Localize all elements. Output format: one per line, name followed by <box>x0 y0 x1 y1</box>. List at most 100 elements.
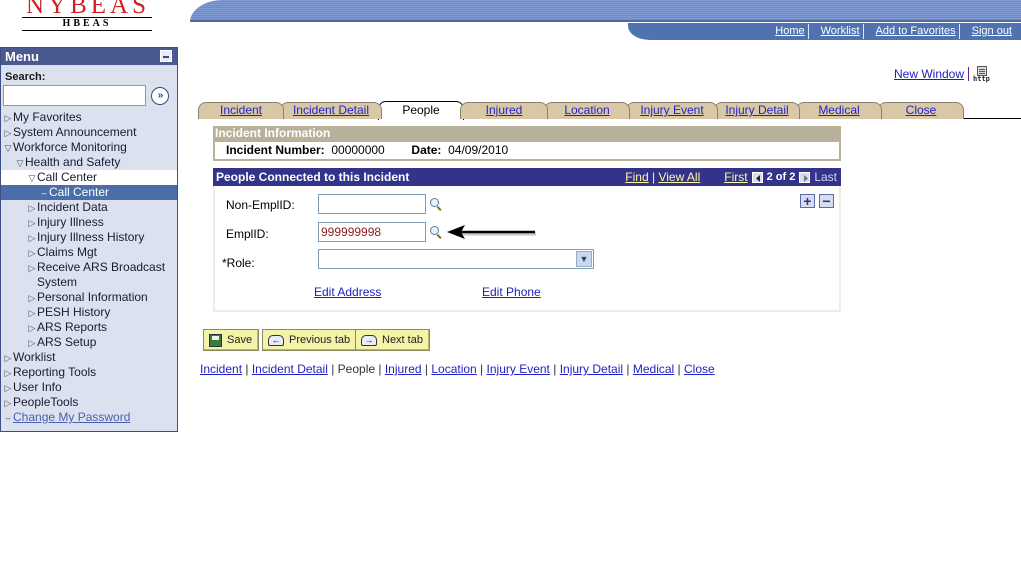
nav-add-to-favorites[interactable]: Add to Favorites <box>862 24 959 39</box>
bottom-tab-links: Incident | Incident Detail | People | In… <box>200 362 715 376</box>
row-count: 2 of 2 <box>766 171 796 183</box>
tab-medical[interactable]: Medical <box>796 102 882 119</box>
previous-tab-button[interactable]: ← Previous tab <box>262 329 358 351</box>
save-label: Save <box>227 334 253 346</box>
find-link[interactable]: Find <box>625 168 648 186</box>
previous-row-icon[interactable] <box>751 171 763 183</box>
sidebar-item[interactable]: ▷ Receive ARS Broadcast System <box>1 260 177 290</box>
sidebar-menu: Menu Search: » ▷ My Favorites ▷ System Anno… <box>0 47 178 432</box>
save-icon <box>209 333 222 347</box>
tab-injured[interactable]: Injured <box>460 102 548 119</box>
nav-sign-out[interactable]: Sign out <box>958 24 1015 39</box>
view-all-link[interactable]: View All <box>658 168 700 186</box>
sidebar-item[interactable]: ▷ Worklist <box>1 350 177 365</box>
tab-injury-detail[interactable]: Injury Detail <box>714 102 800 119</box>
non-emplid-lookup-icon[interactable] <box>429 197 443 211</box>
tab-people[interactable]: People <box>378 101 464 120</box>
next-row-icon[interactable] <box>799 171 811 183</box>
bottom-link-injury-detail[interactable]: Injury Detail <box>560 362 623 376</box>
sidebar-item-label: ARS Reports <box>37 320 108 334</box>
sidebar-item-label: Health and Safety <box>25 155 121 169</box>
sidebar-item-label: Call Center <box>49 185 110 199</box>
emplid-input[interactable] <box>318 222 426 242</box>
triangle-right-icon: ▷ <box>4 398 12 408</box>
sidebar-item[interactable]: ▷ Reporting Tools <box>1 365 177 380</box>
edit-address-link[interactable]: Edit Address <box>314 285 381 299</box>
sidebar-item[interactable]: ▷ PeopleTools <box>1 395 177 410</box>
edit-phone-link[interactable]: Edit Phone <box>482 285 541 299</box>
triangle-right-icon: ▷ <box>28 308 36 318</box>
date-value: 04/09/2010 <box>448 143 509 157</box>
add-row-button[interactable]: + <box>800 194 815 208</box>
sidebar-item[interactable]: ▷ ARS Reports <box>1 320 177 335</box>
emplid-lookup-icon[interactable] <box>429 225 443 239</box>
separator: | <box>623 362 633 376</box>
nav-home[interactable]: Home <box>763 24 807 39</box>
sidebar-item-label: Incident Data <box>37 200 108 214</box>
tab-location[interactable]: Location <box>544 102 630 119</box>
chevron-down-icon[interactable]: ▼ <box>576 251 592 267</box>
logo-title: NYBEAS <box>25 0 150 19</box>
bottom-link-people: People <box>337 362 376 376</box>
sidebar-item-label: ARS Setup <box>37 335 97 349</box>
new-window-link[interactable]: New Window <box>894 67 964 81</box>
sidebar-item-label: My Favorites <box>13 110 82 124</box>
logo-subtitle: HBEAS <box>62 18 112 29</box>
sidebar-item-label: System Announcement <box>13 125 137 139</box>
tab-incident[interactable]: Incident <box>198 102 284 119</box>
sidebar-title: Menu <box>5 49 39 64</box>
search-label: Search: <box>5 71 46 83</box>
sidebar-item[interactable]: ▷ Injury Illness <box>1 215 177 230</box>
dash-icon: – <box>41 188 47 198</box>
sidebar-item[interactable]: ▷ Incident Data <box>1 200 177 215</box>
sidebar-item[interactable]: – Change My Password <box>1 410 177 425</box>
role-select[interactable]: ▼ <box>318 249 594 269</box>
triangle-right-icon: ▷ <box>4 383 12 393</box>
bottom-link-injured[interactable]: Injured <box>385 362 422 376</box>
nav-worklist[interactable]: Worklist <box>807 24 863 39</box>
bottom-link-medical[interactable]: Medical <box>633 362 674 376</box>
next-tab-button[interactable]: → Next tab <box>355 329 430 351</box>
separator: | <box>549 362 560 376</box>
people-section: People Connected to this Incident Find |… <box>213 168 841 312</box>
http-icon[interactable]: http <box>973 66 991 83</box>
sidebar-item[interactable]: ▷ ARS Setup <box>1 335 177 350</box>
tab-injury-event[interactable]: Injury Event <box>626 102 718 119</box>
bottom-link-close[interactable]: Close <box>684 362 715 376</box>
sidebar-item-label: Reporting Tools <box>13 365 97 379</box>
tab-close[interactable]: Close <box>878 102 964 119</box>
sidebar-item[interactable]: ▽ Call Center <box>1 170 177 185</box>
bottom-link-injury-event[interactable]: Injury Event <box>487 362 550 376</box>
bottom-link-incident-detail[interactable]: Incident Detail <box>252 362 328 376</box>
separator: | <box>327 362 338 376</box>
sidebar-item[interactable]: ▷ Injury Illness History <box>1 230 177 245</box>
non-emplid-input[interactable] <box>318 194 426 214</box>
header-nav: Home Worklist Add to Favorites Sign out <box>628 23 1021 40</box>
search-input[interactable] <box>3 85 146 106</box>
sidebar-item[interactable]: – Call Center <box>1 185 177 200</box>
first-link[interactable]: First <box>724 168 747 186</box>
row-navigation: Find | View All First 2 of 2 Last <box>625 168 837 186</box>
bottom-link-incident[interactable]: Incident <box>200 362 242 376</box>
sidebar-item[interactable]: ▷ My Favorites <box>1 110 177 125</box>
sidebar-item[interactable]: ▽ Health and Safety <box>1 155 177 170</box>
triangle-right-icon: ▷ <box>28 218 36 228</box>
sidebar-item-label: Receive ARS Broadcast System <box>37 260 166 289</box>
sidebar-item[interactable]: ▷ PESH History <box>1 305 177 320</box>
separator: | <box>421 362 432 376</box>
sidebar-item[interactable]: ▷ Claims Mgt <box>1 245 177 260</box>
triangle-right-icon: ▷ <box>28 263 36 273</box>
save-button[interactable]: Save <box>203 329 260 351</box>
sidebar-item[interactable]: ▷ User Info <box>1 380 177 395</box>
sidebar-item-label: User Info <box>13 380 62 394</box>
bottom-link-location[interactable]: Location <box>431 362 476 376</box>
search-go-icon[interactable]: » <box>151 86 169 105</box>
tab-incident-detail[interactable]: Incident Detail <box>280 102 382 119</box>
sidebar-item[interactable]: ▷ System Announcement <box>1 125 177 140</box>
sidebar-item[interactable]: ▽ Workforce Monitoring <box>1 140 177 155</box>
delete-row-button[interactable]: − <box>819 194 834 208</box>
sidebar-item[interactable]: ▷ Personal Information <box>1 290 177 305</box>
collapse-icon[interactable] <box>160 50 172 62</box>
sidebar-item-label: Claims Mgt <box>37 245 98 259</box>
separator: | <box>375 362 385 376</box>
